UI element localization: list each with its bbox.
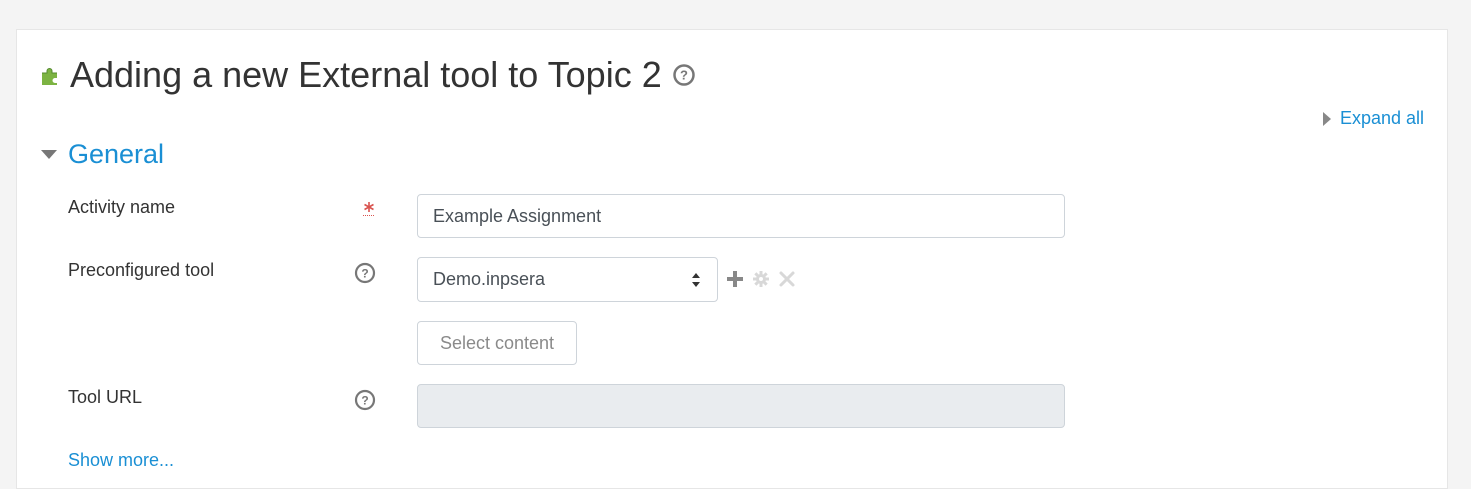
preconfigured-tool-label: Preconfigured tool [68, 260, 215, 280]
expand-all-label: Expand all [1339, 108, 1424, 128]
section-title: General [68, 139, 165, 169]
page-title: Adding a new External tool to Topic 2 [70, 54, 662, 95]
section-toggle-general[interactable]: General [40, 138, 164, 170]
close-icon[interactable] [778, 270, 796, 288]
tool-actions [726, 270, 796, 288]
show-more-link[interactable]: Show more... [68, 450, 174, 471]
select-arrows-icon [690, 271, 702, 289]
activity-name-label: Activity name [68, 197, 176, 217]
gear-icon[interactable] [752, 270, 770, 288]
required-asterisk-icon [360, 200, 378, 218]
puzzle-icon [38, 63, 62, 87]
select-content-button[interactable]: Select content [417, 321, 577, 365]
page-heading: Adding a new External tool to Topic 2 ? [38, 54, 696, 96]
preconfigured-tool-selected: Demo.inpsera [433, 269, 546, 289]
tool-url-label: Tool URL [68, 387, 143, 407]
question-circle-icon[interactable]: ? [672, 63, 696, 87]
svg-text:?: ? [680, 68, 688, 83]
caret-down-icon [40, 148, 58, 160]
preconfigured-tool-select[interactable]: Demo.inpsera [417, 257, 718, 302]
activity-name-input[interactable] [417, 194, 1065, 238]
caret-right-icon [1322, 111, 1332, 127]
tool-url-input [417, 384, 1065, 428]
question-circle-icon[interactable]: ? [354, 389, 376, 411]
svg-text:?: ? [361, 267, 368, 281]
expand-all-link[interactable]: Expand all [1322, 108, 1424, 129]
svg-text:?: ? [361, 394, 368, 408]
plus-icon[interactable] [726, 270, 744, 288]
question-circle-icon[interactable]: ? [354, 262, 376, 284]
